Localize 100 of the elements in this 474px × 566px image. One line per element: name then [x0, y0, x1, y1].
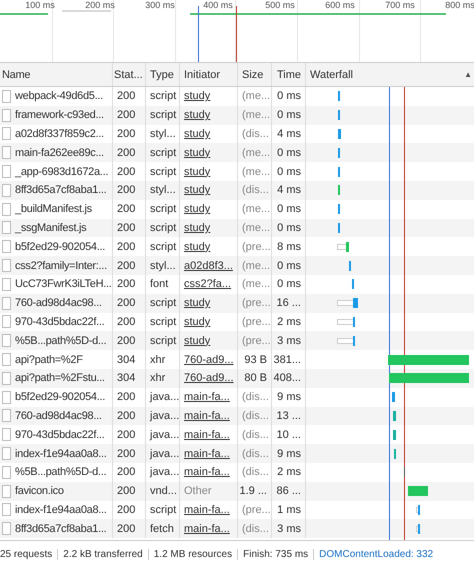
- status-text: 1.2 MB resources: [148, 548, 238, 560]
- file-icon: [2, 127, 11, 140]
- waterfall-bar: [337, 336, 355, 346]
- initiator-link[interactable]: study: [184, 297, 210, 310]
- initiator-link[interactable]: main-fa...: [184, 410, 230, 422]
- request-row[interactable]: framework-c93ed... 200 script study (me... 0 ms: [0, 106, 474, 125]
- request-row[interactable]: favicon.ico 200 vnd... Other 1.9 ... 86 ...: [0, 482, 474, 501]
- size-cell: (me...: [238, 256, 272, 275]
- request-name[interactable]: css2?family=Inter:...: [15, 260, 107, 272]
- request-row[interactable]: 8ff3d65a7cf8aba1... 200 styl... study (dis... 4 ms: [0, 180, 474, 200]
- request-name[interactable]: a02d8f337f859c2...: [15, 128, 104, 140]
- request-row[interactable]: api?path=%2Fstu... 304 xhr 760-ad9... 80 B 408...: [0, 368, 474, 388]
- status-text: 25 requests: [0, 548, 58, 560]
- request-row[interactable]: 760-ad98d4ac98... 200 script study (pre... 16 ...: [0, 294, 474, 313]
- request-name[interactable]: api?path=%2Fstu...: [15, 372, 105, 384]
- request-name[interactable]: main-fa262ee89c...: [15, 146, 104, 159]
- column-header[interactable]: Time: [272, 63, 306, 86]
- column-header[interactable]: Initiator: [180, 63, 238, 86]
- file-icon: [2, 522, 11, 536]
- initiator-link[interactable]: study: [184, 203, 210, 216]
- initiator-link[interactable]: main-fa...: [184, 504, 230, 516]
- type-cell: script: [146, 106, 180, 125]
- request-row[interactable]: _ssgManifest.js 200 script study (me... 0 ms: [0, 218, 474, 238]
- time-cell: 4 ms: [272, 180, 306, 200]
- file-icon: [2, 146, 11, 160]
- initiator-link[interactable]: a02d8f3...: [184, 260, 233, 272]
- initiator-link[interactable]: study: [184, 184, 210, 196]
- initiator-link[interactable]: 760-ad9...: [184, 354, 234, 366]
- request-name[interactable]: framework-c93ed...: [15, 109, 104, 122]
- column-header[interactable]: Waterfall ▲: [306, 63, 474, 86]
- initiator-link[interactable]: study: [184, 109, 210, 122]
- status-cell: 200: [113, 180, 146, 200]
- initiator-link[interactable]: study: [184, 334, 210, 347]
- initiator-link[interactable]: main-fa...: [184, 466, 230, 478]
- request-name[interactable]: b5f2ed29-902054...: [15, 240, 106, 253]
- request-name[interactable]: 760-ad98d4ac98...: [15, 297, 102, 310]
- time-cell: 16 ...: [272, 294, 306, 313]
- request-name[interactable]: api?path=%2F: [15, 354, 83, 366]
- initiator-link[interactable]: study: [184, 128, 210, 140]
- request-name[interactable]: b5f2ed29-902054...: [15, 391, 106, 404]
- time-cell: 0 ms: [272, 143, 306, 162]
- type-cell: fetch: [146, 519, 180, 538]
- request-name[interactable]: index-f1e94aa0a8...: [15, 504, 107, 516]
- request-name[interactable]: 760-ad98d4ac98...: [15, 410, 102, 422]
- initiator-link[interactable]: css2?fa...: [184, 278, 232, 290]
- size-cell: (dis...: [238, 406, 272, 426]
- request-name[interactable]: index-f1e94aa0a8...: [15, 448, 107, 460]
- column-header[interactable]: Type: [146, 63, 180, 86]
- initiator-link[interactable]: study: [184, 90, 210, 102]
- request-name[interactable]: UcC73FwrK3iLTeH...: [15, 278, 112, 290]
- status-text: DOMContentLoaded: 332: [318, 548, 434, 560]
- initiator-link[interactable]: study: [184, 166, 210, 178]
- initiator-link[interactable]: 760-ad9...: [184, 372, 234, 384]
- request-name[interactable]: _app-6983d1672a...: [15, 166, 108, 178]
- request-row[interactable]: 760-ad98d4ac98... 200 java... main-fa... (dis... 13 ...: [0, 406, 474, 426]
- request-name[interactable]: 8ff3d65a7cf8aba1...: [15, 522, 106, 535]
- initiator-link[interactable]: study: [184, 316, 210, 328]
- request-name[interactable]: webpack-49d6d5...: [15, 90, 103, 102]
- column-header[interactable]: Stat...: [113, 63, 146, 86]
- file-icon: [2, 202, 11, 216]
- time-cell: 3 ms: [272, 331, 306, 350]
- time-cell: 3 ms: [272, 519, 306, 538]
- file-icon: [2, 466, 11, 479]
- request-name[interactable]: %5B...path%5D-d...: [15, 466, 106, 478]
- request-name[interactable]: _ssgManifest.js: [15, 222, 86, 234]
- initiator-link[interactable]: study: [184, 240, 210, 253]
- tick-label: 100 ms: [24, 0, 56, 11]
- request-row[interactable]: 8ff3d65a7cf8aba1... 200 fetch main-fa... (dis... 3 ms: [0, 519, 474, 538]
- request-name[interactable]: favicon.ico: [15, 485, 64, 498]
- request-name[interactable]: 970-43d5bdac22f...: [15, 316, 104, 328]
- status-cell: 200: [113, 218, 146, 238]
- waterfall-bar: [337, 242, 349, 252]
- request-name[interactable]: 970-43d5bdac22f...: [15, 428, 104, 441]
- request-row[interactable]: css2?family=Inter:... 200 styl... a02d8f3... (me... 0 ms: [0, 256, 474, 275]
- initiator-link[interactable]: study: [184, 146, 210, 159]
- initiator-link[interactable]: main-fa...: [184, 522, 230, 535]
- initiator-link[interactable]: study: [184, 222, 210, 234]
- request-name[interactable]: _buildManifest.js: [15, 203, 92, 216]
- request-row[interactable]: main-fa262ee89c... 200 script study (me... 0 ms: [0, 143, 474, 162]
- time-cell: 408...: [272, 368, 306, 388]
- waterfall-bar: [338, 128, 341, 139]
- request-row[interactable]: index-f1e94aa0a8... 200 java... main-fa... (dis... 9 ms: [0, 444, 474, 463]
- request-row[interactable]: %5B...path%5D-d... 200 script study (pre... 3 ms: [0, 331, 474, 350]
- sort-indicator[interactable]: ▲: [464, 70, 472, 79]
- time-cell: 0 ms: [272, 256, 306, 275]
- type-cell: script: [146, 294, 180, 313]
- initiator-link[interactable]: main-fa...: [184, 448, 230, 460]
- column-header[interactable]: Name: [0, 63, 113, 86]
- type-cell: script: [146, 331, 180, 350]
- initiator-link[interactable]: main-fa...: [184, 391, 230, 404]
- waterfall-bar: [416, 504, 420, 515]
- waterfall-bar: [337, 316, 355, 327]
- column-header[interactable]: Size: [238, 63, 272, 86]
- file-icon: [2, 315, 11, 328]
- size-cell: (dis...: [238, 444, 272, 463]
- request-name[interactable]: 8ff3d65a7cf8aba1...: [15, 184, 106, 196]
- tick-label: 400 ms: [202, 0, 234, 11]
- initiator-link[interactable]: main-fa...: [184, 428, 230, 441]
- initiator-cell: Other: [184, 485, 212, 498]
- request-name[interactable]: %5B...path%5D-d...: [15, 334, 106, 347]
